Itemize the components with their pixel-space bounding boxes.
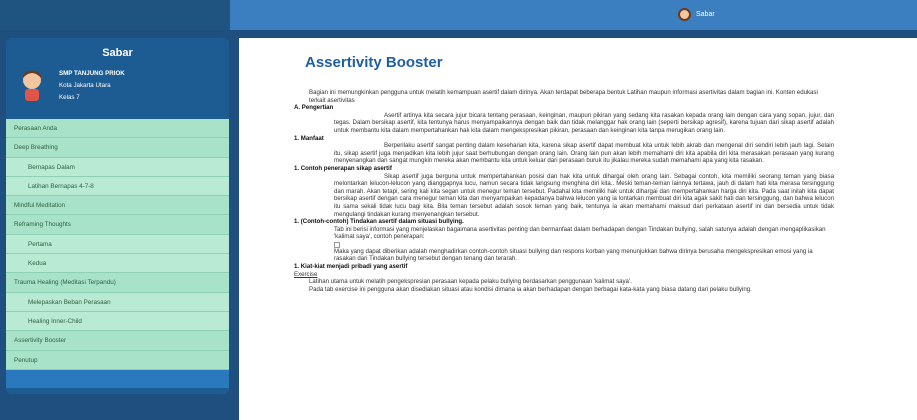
sidebar-item-deep-breathing[interactable]: Deep Breathing bbox=[6, 138, 229, 158]
page-title: Assertivity Booster bbox=[305, 54, 443, 71]
top-bar-left bbox=[0, 0, 230, 30]
article-body: Bagian ini memungkinkan pengguna untuk m… bbox=[294, 89, 834, 293]
sidebar-footer bbox=[6, 388, 229, 394]
sidebar-item-healing-inner-child[interactable]: Healing Inner-Child bbox=[6, 311, 229, 332]
user-name: Sabar bbox=[696, 11, 715, 18]
user-menu[interactable]: Sabar bbox=[678, 8, 715, 21]
top-bar-right bbox=[230, 0, 917, 30]
sidebar-header: Sabar SMP TANJUNG PRIOK Kota Jakarta Uta… bbox=[6, 38, 229, 119]
sidebar-item-trauma-healing[interactable]: Trauma Healing (Meditasi Terpandu) bbox=[6, 273, 229, 293]
top-bar: Sabar bbox=[0, 0, 917, 30]
sidebar-item-kedua[interactable]: Kedua bbox=[6, 254, 229, 274]
section-text: Asertif artinya kita secara jujur bicara… bbox=[334, 111, 834, 134]
student-grade: Kelas 7 bbox=[59, 94, 80, 101]
sidebar-item-penutup[interactable]: Penutup bbox=[6, 350, 229, 370]
intro-text: Bagian ini memungkinkan pengguna untuk m… bbox=[309, 89, 818, 104]
section-text-2: Maka yang dapat diberikan adalah menghad… bbox=[334, 247, 813, 263]
sidebar-item-bernapas-dalam[interactable]: Bernapas Dalam bbox=[6, 157, 229, 177]
sidebar-item-melepaskan-beban[interactable]: Melepaskan Beban Perasaan bbox=[6, 292, 229, 312]
school-city: Kota Jakarta Utara bbox=[59, 82, 111, 89]
section-heading: 1. (Contoh-contoh) Tindakan asertif dala… bbox=[294, 218, 464, 226]
exercise-link[interactable]: Exercise bbox=[294, 271, 834, 279]
section-text: Tab ini berisi informasi yang menjelaska… bbox=[334, 225, 826, 241]
section-heading: 1. Manfaat bbox=[294, 134, 324, 142]
section-text: Sikap asertif juga berguna untuk mempert… bbox=[334, 172, 834, 218]
section-heading: 1. Contoh penerapan sikap asertif bbox=[294, 164, 392, 172]
sidebar-item-assertivity-booster[interactable]: Assertivity Booster bbox=[6, 331, 229, 351]
exercise-text: Latihan utama untuk melatih pengekspresi… bbox=[309, 278, 632, 286]
user-avatar-icon bbox=[678, 8, 691, 21]
sidebar: Sabar SMP TANJUNG PRIOK Kota Jakarta Uta… bbox=[6, 38, 229, 394]
sidebar-menu: Perasaan Anda Deep Breathing Bernapas Da… bbox=[6, 119, 229, 370]
sidebar-item-perasaan-anda[interactable]: Perasaan Anda bbox=[6, 119, 229, 139]
main-content: Assertivity Booster Bagian ini memungkin… bbox=[239, 38, 917, 420]
section-heading: A. Pengertian bbox=[294, 104, 334, 112]
sidebar-item-latihan-bernapas[interactable]: Latihan Bernapas 4-7-8 bbox=[6, 176, 229, 197]
school-name: SMP TANJUNG PRIOK bbox=[59, 70, 125, 77]
sidebar-title: Sabar bbox=[102, 47, 133, 59]
sidebar-item-pertama[interactable]: Pertama bbox=[6, 234, 229, 255]
sidebar-item-mindful-meditation[interactable]: Mindful Meditation bbox=[6, 196, 229, 216]
section-heading: 1. Kiat-kiat menjadi pribadi yang aserti… bbox=[294, 263, 408, 271]
section-text: Berperilaku asertif sangat penting dalam… bbox=[334, 142, 834, 165]
exercise-text-2: Pada tab exercise ini pengguna akan dise… bbox=[309, 285, 752, 293]
student-avatar-icon bbox=[23, 70, 41, 101]
sidebar-item-reframing-thoughts[interactable]: Reframing Thoughts bbox=[6, 215, 229, 235]
